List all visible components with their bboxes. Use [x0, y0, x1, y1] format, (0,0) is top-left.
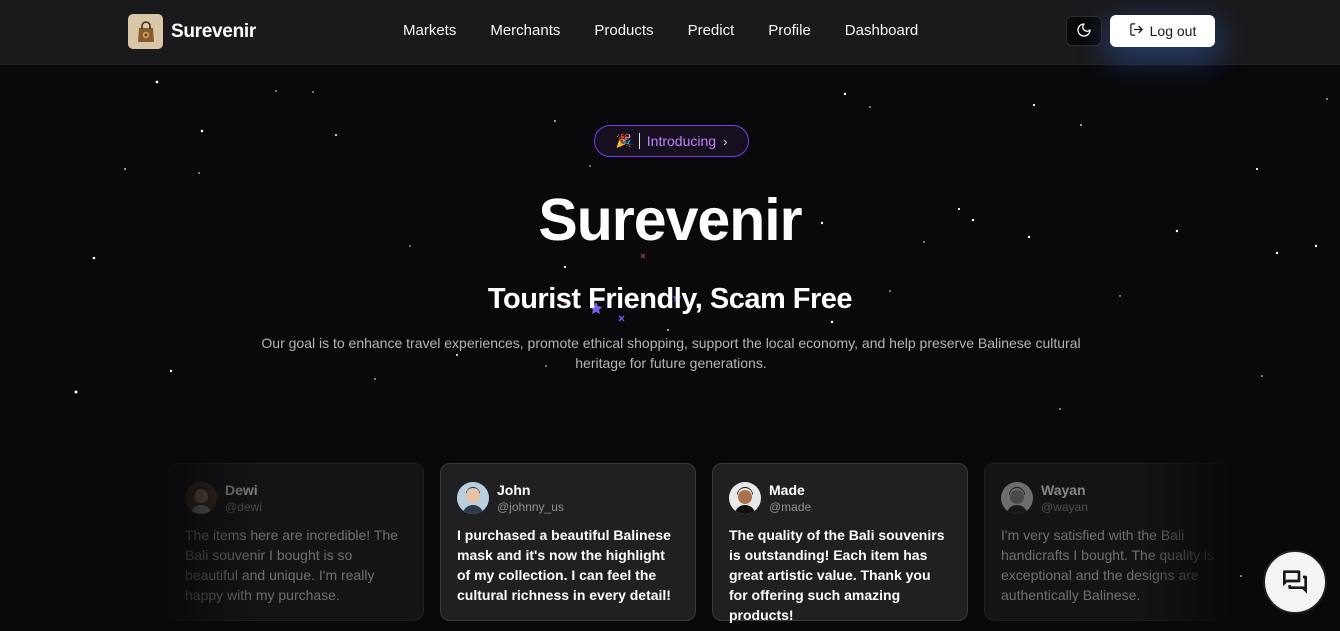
main-nav: Markets Merchants Products Predict Profi… [386, 20, 935, 42]
testimonial-text: The items here are incredible! The Bali … [185, 527, 398, 603]
brand-link[interactable]: Surevenir [128, 14, 256, 49]
introducing-badge[interactable]: 🎉 Introducing › [594, 125, 749, 157]
testimonial-name: Wayan [1041, 482, 1086, 498]
testimonial-header: John @johnny_us [457, 481, 679, 515]
testimonial-name: Made [769, 482, 805, 498]
testimonial-text: I purchased a beautiful Balinese mask an… [457, 527, 671, 603]
navbar: Surevenir Markets Merchants Products Pre… [0, 0, 1340, 65]
shopping-bag-icon [128, 14, 163, 49]
testimonial-handle: @wayan [1041, 500, 1088, 514]
hero-subtitle: Tourist Friendly, Scam Free [487, 283, 853, 315]
logout-label: Log out [1149, 23, 1197, 39]
testimonial-name: John [497, 482, 531, 498]
moon-icon [1076, 22, 1092, 41]
badge-divider [638, 133, 640, 149]
testimonial-header: Made @made [729, 481, 951, 515]
nav-dashboard[interactable]: Dashboard [828, 20, 935, 42]
testimonial-name: Dewi [225, 482, 258, 498]
testimonial-text: I'm very satisfied with the Bali handicr… [1001, 527, 1214, 603]
avatar [729, 482, 761, 514]
testimonials-marquee: Dewi @dewi The items here are incredible… [168, 463, 1240, 623]
nav-profile[interactable]: Profile [751, 20, 828, 42]
avatar [1001, 482, 1033, 514]
chat-button[interactable] [1263, 550, 1327, 614]
nav-markets[interactable]: Markets [386, 20, 473, 42]
avatar [457, 482, 489, 514]
nav-products[interactable]: Products [577, 20, 670, 42]
hero-title: Surevenir [538, 187, 802, 253]
log-out-icon [1129, 22, 1144, 40]
testimonial-handle: @johnny_us [497, 500, 564, 514]
testimonial-card: Dewi @dewi The items here are incredible… [168, 463, 424, 621]
testimonial-header: Dewi @dewi [185, 481, 407, 515]
testimonial-header: Wayan @wayan [1001, 481, 1223, 515]
brand-name: Surevenir [171, 20, 256, 42]
avatar [185, 482, 217, 514]
badge-text: Introducing [646, 133, 717, 149]
testimonial-handle: @made [769, 500, 812, 514]
nav-merchants[interactable]: Merchants [473, 20, 577, 42]
theme-toggle-button[interactable] [1066, 16, 1102, 46]
testimonial-card: Wayan @wayan I'm very satisfied with the… [984, 463, 1240, 621]
testimonial-card: John @johnny_us I purchased a beautiful … [440, 463, 696, 621]
testimonial-text: The quality of the Bali souvenirs is out… [729, 527, 945, 623]
chat-bubbles-icon [1279, 565, 1311, 600]
testimonial-card: Made @made The quality of the Bali souve… [712, 463, 968, 623]
hero-description: Our goal is to enhance travel experience… [261, 335, 1081, 371]
party-popper-icon: 🎉 [615, 133, 632, 148]
chevron-right-icon: › [723, 133, 728, 149]
nav-predict[interactable]: Predict [671, 20, 752, 42]
logout-button[interactable]: Log out [1110, 15, 1215, 47]
testimonial-handle: @dewi [225, 500, 262, 514]
